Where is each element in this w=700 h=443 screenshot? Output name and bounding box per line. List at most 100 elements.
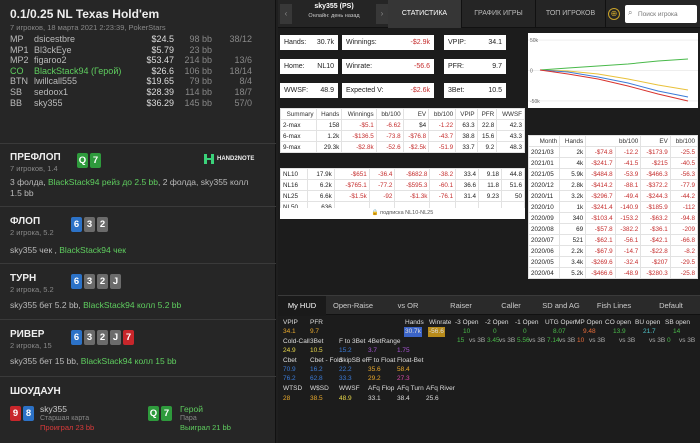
column-header[interactable]: bb/100 bbox=[669, 135, 699, 147]
player-row[interactable]: BTN lwillcall555 $19.65 79 bb 8/4 bbox=[0, 76, 275, 87]
table-cell: 158 bbox=[315, 119, 343, 131]
table-row[interactable]: 2-max 158 -$5.1 -6.62 $4 -1.22 63.3 22.8 42.3 bbox=[280, 119, 525, 131]
hud-value: 33.1 bbox=[368, 395, 381, 402]
tab-game-graph[interactable]: ГРАФИК ИГРЫ bbox=[462, 0, 536, 28]
column-header[interactable]: Winnings bbox=[341, 108, 377, 120]
search-input[interactable] bbox=[638, 7, 694, 21]
hud-tab[interactable]: Fish Lines bbox=[586, 296, 642, 316]
column-header[interactable]: EV bbox=[640, 135, 671, 147]
column-header[interactable]: Month bbox=[527, 135, 561, 147]
table-row[interactable]: 2020/11 3.2k -$296.7 -49.4 -$244.3 -44.2 bbox=[527, 190, 699, 202]
table-row[interactable]: 2021/01 4k -$241.7 -41.5 -$215 -40.5 bbox=[527, 157, 699, 169]
top-bar: ‹ sky355 (PS) Онлайн: день назад › СТАТИ… bbox=[278, 0, 700, 28]
turn-cards: 6 3 2 J bbox=[71, 274, 121, 289]
hud-tab[interactable]: Open-Raise bbox=[326, 296, 380, 316]
stat-winrate: Winrate: -56.6 bbox=[342, 59, 434, 74]
hud-tab[interactable]: My HUD bbox=[278, 296, 326, 316]
table-row[interactable]: 2020/09 340 -$103.4 -153.2 -$63.2 -94.8 bbox=[527, 212, 699, 224]
table-cell: -32.4 bbox=[614, 256, 642, 268]
table-row[interactable]: 2020/05 3.4k -$269.6 -32.4 -$207 -29.5 bbox=[527, 256, 699, 268]
hud-value: -56.6 bbox=[428, 327, 445, 337]
prev-button[interactable]: ‹ bbox=[280, 4, 292, 24]
hud-value: 28 bbox=[283, 395, 291, 402]
column-header[interactable]: Summary bbox=[280, 108, 317, 120]
action-text: , 2 фолда, sky355 колл bbox=[158, 177, 249, 187]
column-header[interactable]: bb/100 bbox=[375, 108, 404, 120]
lock-icon[interactable]: ⊕ bbox=[608, 8, 620, 20]
column-header[interactable]: Hands bbox=[315, 108, 343, 120]
table-row[interactable]: 2020/07 521 -$62.1 -56.1 -$42.1 -66.8 bbox=[527, 234, 699, 246]
column-header[interactable]: WWSF bbox=[496, 108, 525, 120]
table-cell: -$63.2 bbox=[640, 212, 671, 224]
column-header[interactable]: bb/100 bbox=[585, 135, 642, 147]
table-cell: 2020/11 bbox=[527, 190, 561, 202]
table-row[interactable]: NL10 17.9k -$651 -36.4 -$682.8 -38.2 33.4 9.18 4… bbox=[280, 168, 526, 180]
table-row[interactable]: 2020/10 1k -$241.4 -140.9 -$185.9 -112 bbox=[527, 201, 699, 213]
table-cell: -1.22 bbox=[428, 119, 457, 131]
hud-tab[interactable]: Caller bbox=[486, 296, 536, 316]
hud-tab[interactable]: SD and AG bbox=[536, 296, 586, 316]
player-row[interactable]: MP2 figaroo2 $53.47 214 bb 13/6 bbox=[0, 55, 275, 66]
column-header[interactable]: PFR bbox=[476, 108, 498, 120]
hud-tabs: My HUD Open-Raise vs OR Raiser Caller SD and … bbox=[278, 295, 700, 316]
table-cell: -43.7 bbox=[428, 130, 457, 142]
table-row[interactable]: 2020/12 2.8k -$414.2 -88.1 -$372.2 -77.9 bbox=[527, 179, 699, 191]
player-row[interactable]: MP dsicestbre $24.5 98 bb 38/12 bbox=[0, 34, 275, 45]
search-box[interactable]: ⌕ bbox=[625, 5, 697, 23]
stat-vpip: VPIP: 34.1 bbox=[444, 35, 506, 50]
table-cell: $4 bbox=[402, 119, 430, 131]
hud-value: 27.3 bbox=[397, 375, 410, 382]
hud-label: AFq Flop bbox=[368, 385, 395, 392]
player-vpip-pfr: 18/14 bbox=[229, 65, 252, 76]
tab-top-players[interactable]: ТОП ИГРОКОВ bbox=[536, 0, 606, 28]
tab-statistics[interactable]: СТАТИСТИКА bbox=[388, 0, 462, 28]
table-cell: NL16 bbox=[280, 179, 308, 191]
stat-value: 34.1 bbox=[488, 39, 502, 46]
stat-label: VPIP: bbox=[448, 39, 466, 46]
table-cell: 2020/12 bbox=[527, 179, 561, 191]
player-row[interactable]: SB sedoox1 $28.39 114 bb 18/7 bbox=[0, 87, 275, 98]
stat-home: Home: NL10 bbox=[280, 59, 338, 74]
player-badge[interactable]: sky355 (PS) Онлайн: день назад bbox=[294, 3, 374, 19]
table-cell: -40.5 bbox=[669, 157, 699, 169]
column-header[interactable]: EV bbox=[402, 108, 430, 120]
column-header[interactable]: VPIP bbox=[455, 108, 478, 120]
table-row[interactable]: 9-max 29.3k -$2.8k -52.6 -$2.5k -51.9 33.7 9.2 4… bbox=[280, 141, 525, 153]
player-row[interactable]: CO BlackStack94 (Герой) $26.6 106 bb 18/14 bbox=[0, 66, 275, 77]
graph-y-tick: 0 bbox=[530, 69, 533, 75]
hud-tab[interactable]: vs OR bbox=[380, 296, 436, 316]
card: 3 bbox=[84, 217, 95, 232]
hand2note-icon bbox=[204, 154, 214, 164]
player-row[interactable]: BB sky355 $36.29 145 bb 57/0 bbox=[0, 98, 275, 109]
table-cell: -73.8 bbox=[375, 130, 404, 142]
table-row[interactable]: 2020/04 5.2k -$466.6 -48.9 -$280.3 -25.8 bbox=[527, 267, 699, 279]
hud-tab[interactable]: Default bbox=[642, 296, 700, 316]
table-row[interactable]: 2021/05 5.9k -$484.8 -53.9 -$466.3 -56.3 bbox=[527, 168, 699, 180]
table-cell: 11.8 bbox=[478, 179, 502, 191]
table-row[interactable]: 6-max 1.2k -$136.5 -73.8 -$76.8 -43.7 38.8 15.6… bbox=[280, 130, 525, 142]
table-cell: 2020/08 bbox=[527, 223, 561, 235]
table-row[interactable]: 2020/08 69 -$57.8 -382.2 -$36.1 -209 bbox=[527, 223, 699, 235]
table-cell: -$466.6 bbox=[585, 267, 616, 279]
column-header[interactable]: bb/100 bbox=[428, 108, 457, 120]
table-cell: 5.2k bbox=[559, 267, 587, 279]
hud-label: AFq River bbox=[426, 385, 455, 392]
stat-value: 30.7k bbox=[316, 39, 334, 46]
player-stack: $19.65 bbox=[146, 76, 174, 87]
hud-value: 10.5 bbox=[310, 347, 323, 354]
table-cell: 2020/06 bbox=[527, 245, 561, 257]
table-cell: -$36.1 bbox=[640, 223, 671, 235]
next-button[interactable]: › bbox=[376, 4, 388, 24]
player-stack-bb: 79 bb bbox=[189, 76, 212, 87]
table-row[interactable]: NL16 6.2k -$765.1 -77.2 -$595.3 -60.1 36.6 11.8… bbox=[280, 179, 526, 191]
table-cell: 2k bbox=[559, 146, 587, 158]
column-header[interactable]: Hands bbox=[559, 135, 587, 147]
hud-tab[interactable]: Raiser bbox=[436, 296, 486, 316]
table-row[interactable]: NL25 6.6k -$1.5k -92 -$1.3k -76.1 31.4 9.23 50 bbox=[280, 190, 526, 202]
table-row[interactable]: 2021/03 2k -$74.8 -12.2 -$173.9 -25.5 bbox=[527, 146, 699, 158]
player-row[interactable]: MP1 Bl3ckEye $5.79 23 bb bbox=[0, 45, 275, 56]
table-cell: 9.23 bbox=[478, 190, 502, 202]
player-name: figaroo2 bbox=[34, 55, 67, 66]
card: 3 bbox=[84, 274, 95, 289]
table-row[interactable]: 2020/06 2.2k -$67.9 -14.7 -$22.8 -8.2 bbox=[527, 245, 699, 257]
